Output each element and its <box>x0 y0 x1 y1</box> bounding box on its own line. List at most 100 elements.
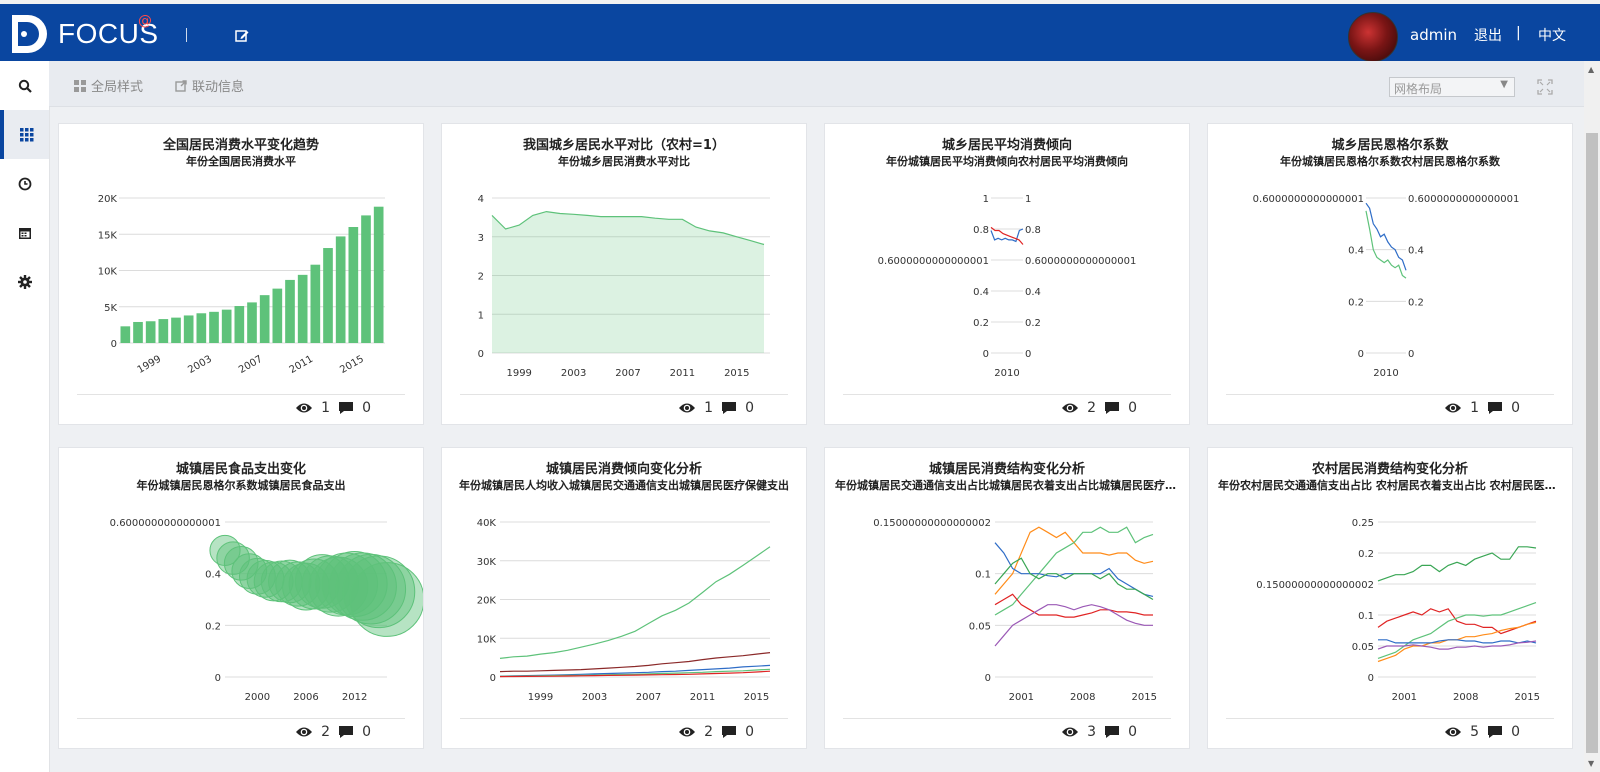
series-line <box>499 546 771 659</box>
comment-icon[interactable] <box>1487 725 1503 739</box>
layout-select[interactable]: 网格布局 ▼ <box>1389 77 1515 97</box>
sidebar-item-calendar[interactable] <box>0 208 49 257</box>
series-line <box>1377 602 1537 659</box>
y-tick-label: 0 <box>215 673 221 684</box>
chart-card[interactable]: 我国城乡居民水平对比（农村=1） 年份城乡居民消费水平对比 0 1 2 3 4 1999 2… <box>441 123 807 425</box>
card-stats: 1 0 <box>1444 400 1520 416</box>
comment-count: 0 <box>1128 724 1137 740</box>
y-tick-label-right: 0.2 <box>1408 297 1424 308</box>
card-footer-divider <box>460 718 788 719</box>
bar <box>221 309 232 343</box>
comment-icon[interactable] <box>1104 401 1120 415</box>
x-tick-label: 2010 <box>994 368 1019 379</box>
comment-count: 0 <box>1511 724 1520 740</box>
series-line <box>1378 639 1537 644</box>
comment-icon[interactable] <box>338 725 354 739</box>
line-chart: 0 0.05 0.1 0.15000000000000002 0.2 0.25 2001 20… <box>1256 518 1540 703</box>
scrollbar-thumb[interactable] <box>1586 133 1598 753</box>
comment-icon[interactable] <box>721 725 737 739</box>
comment-icon[interactable] <box>1104 725 1120 739</box>
username[interactable]: admin <box>1410 26 1457 44</box>
sidebar-item-history[interactable] <box>0 159 49 208</box>
chart-card[interactable]: 全国居民消费水平变化趋势 年份全国居民消费水平 0 5K 10K 15K 20K 1999… <box>58 123 424 425</box>
calendar-icon <box>18 227 31 239</box>
card-subtitle: 年份城镇居民平均消费倾向农村居民平均消费倾向 <box>886 155 1128 168</box>
focus-logo-icon <box>12 15 47 53</box>
view-count: 2 <box>321 724 331 740</box>
card-footer-divider <box>1226 718 1554 719</box>
card-stats: 3 0 <box>1061 724 1137 740</box>
sidebar-item-dashboard[interactable] <box>0 110 49 159</box>
language-switch[interactable]: 中文 <box>1538 25 1566 45</box>
bar <box>335 236 346 343</box>
chart-card[interactable]: 城镇居民消费结构变化分析 年份城镇居民交通通信支出占比城镇居民衣着支出占比城镇居… <box>824 447 1190 749</box>
x-tick-label: 2001 <box>1392 692 1417 703</box>
line-chart: 0 0.05 0.1 0.15000000000000002 2001 2008 2015 <box>873 518 1157 703</box>
scroll-up-icon[interactable]: ▲ <box>1588 65 1594 74</box>
y-tick-label-right: 0.4 <box>1408 246 1424 257</box>
x-tick-label: 2015 <box>1131 692 1156 703</box>
y-tick-label: 30K <box>477 557 497 568</box>
chart-card[interactable]: 城乡居民恩格尔系数 年份城镇居民恩格尔系数农村居民恩格尔系数 0 0 0.2 0.2 0… <box>1207 123 1573 425</box>
chart-card[interactable]: 城乡居民平均消费倾向 年份城镇居民平均消费倾向农村居民平均消费倾向 0 0 0.2 0… <box>824 123 1190 425</box>
y-tick-label: 2 <box>478 272 484 283</box>
y-tick-label: 15K <box>98 230 118 241</box>
x-tick-label: 2003 <box>582 692 607 703</box>
logout-link[interactable]: 退出 <box>1474 25 1502 45</box>
y-tick-label: 0.2 <box>1358 549 1374 560</box>
x-tick-label: 2011 <box>288 354 316 376</box>
y-tick-label: 0.4 <box>1348 246 1364 257</box>
view-count: 1 <box>1470 400 1480 416</box>
sidebar-item-settings[interactable] <box>0 257 49 306</box>
x-tick-label: 2010 <box>1373 368 1398 379</box>
chart-card[interactable]: 城镇居民消费倾向变化分析 年份城镇居民人均收入城镇居民交通通信支出城镇居民医疗保… <box>441 447 807 749</box>
top-navbar: FOCUS @ admin 退出 | 中文 <box>0 0 1600 62</box>
card-footer-divider <box>1226 394 1554 395</box>
y-tick-label: 4 <box>478 194 484 205</box>
comment-icon[interactable] <box>1487 401 1503 415</box>
eye-icon <box>296 727 313 737</box>
linkage-info-button[interactable]: 联动信息 <box>175 76 244 95</box>
card-subtitle: 年份城镇居民交通通信支出占比城镇居民衣着支出占比城镇居民医疗保健支出占比 <box>835 479 1179 492</box>
card-stats: 2 0 <box>295 724 371 740</box>
comment-icon[interactable] <box>721 401 737 415</box>
x-tick-label: 2008 <box>1453 692 1478 703</box>
y-tick-label: 0.1 <box>975 570 991 581</box>
bar <box>120 326 131 343</box>
scroll-down-icon[interactable]: ▼ <box>1588 759 1594 768</box>
header-divider <box>186 28 187 42</box>
x-tick-label: 2001 <box>1009 692 1034 703</box>
card-footer-divider <box>843 394 1171 395</box>
y-tick-label: 20K <box>477 596 497 607</box>
bar <box>361 215 371 343</box>
card-stats: 5 0 <box>1444 724 1520 740</box>
chart-card[interactable]: 农村居民消费结构变化分析 年份农村居民交通通信支出占比 农村居民衣着支出占比 农… <box>1207 447 1573 749</box>
y-tick-label: 0 <box>983 349 989 360</box>
user-avatar[interactable] <box>1348 12 1398 62</box>
card-title: 城镇居民食品支出变化 <box>175 462 306 477</box>
bar <box>183 315 194 343</box>
chart-card[interactable]: 城镇居民食品支出变化 年份城镇居民恩格尔系数城镇居民食品支出 0 0.2 0.4 0.… <box>58 447 424 749</box>
card-subtitle: 年份农村居民交通通信支出占比 农村居民衣着支出占比 农村居民医疗保健支出占比 <box>1218 479 1562 492</box>
edit-icon[interactable] <box>234 28 250 44</box>
line-chart: 0 0 0.2 0.2 0.4 0.4 0.6000000000000001 0.600000… <box>1253 194 1520 379</box>
sidebar-item-search[interactable] <box>0 61 49 110</box>
y-tick-label-right: 0.6000000000000001 <box>1025 256 1136 267</box>
fullscreen-icon[interactable] <box>1537 79 1553 95</box>
gear-icon <box>17 274 32 289</box>
bar <box>133 321 143 343</box>
comment-icon[interactable] <box>338 401 354 415</box>
chevron-down-icon: ▼ <box>1500 79 1508 90</box>
y-tick-label: 0.15000000000000002 <box>1256 580 1374 591</box>
linkage-info-label: 联动信息 <box>192 80 245 95</box>
x-tick-label: 1999 <box>506 368 531 379</box>
global-style-button[interactable]: 全局样式 <box>74 76 143 95</box>
card-subtitle: 年份城镇居民恩格尔系数农村居民恩格尔系数 <box>1280 155 1500 168</box>
y-tick-label-right: 1 <box>1025 194 1031 205</box>
view-count: 3 <box>1087 724 1097 740</box>
bar <box>145 321 156 343</box>
page-scrollbar[interactable]: ▲ ▼ <box>1584 61 1600 772</box>
y-tick-label: 1 <box>983 194 989 205</box>
card-subtitle: 年份城镇居民人均收入城镇居民交通通信支出城镇居民医疗保健支出 <box>459 479 789 492</box>
y-tick-label-right: 0.6000000000000001 <box>1408 194 1519 205</box>
